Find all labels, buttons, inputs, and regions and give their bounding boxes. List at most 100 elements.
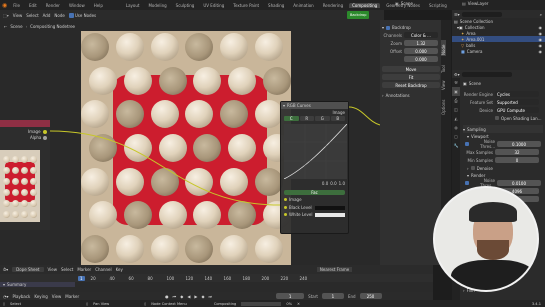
rgb-curves-node[interactable]: ▾ RGB Curves Image C R G B 0.0 0.0 1.0 F… xyxy=(280,101,349,234)
max-samples-field[interactable]: 32 xyxy=(495,149,539,155)
socket-yellow-icon[interactable] xyxy=(284,198,287,201)
cancel-job-icon[interactable]: ✕ xyxy=(297,302,300,306)
denoise-subpanel-header[interactable]: › Denoise xyxy=(463,164,543,172)
curve-graph[interactable] xyxy=(284,124,347,179)
visibility-eye-icon[interactable]: ◉ xyxy=(539,31,543,36)
timeline-ruler[interactable]: 1 20 40 60 80 100 120 140 160 180 200 22… xyxy=(0,274,433,282)
black-level-socket[interactable]: Black Level xyxy=(281,204,348,211)
open-shading-checkbox[interactable]: Open Shading Lan... xyxy=(463,114,543,122)
scene-tab-icon[interactable]: ◭ xyxy=(452,114,460,123)
viewlayer-name: ViewLayer xyxy=(467,1,489,6)
end-frame-field[interactable]: 250 xyxy=(359,293,382,299)
channels-dropdown[interactable]: Color & ... xyxy=(404,32,438,38)
visibility-eye-icon[interactable]: ◉ xyxy=(539,37,543,42)
outliner-type-icon[interactable]: ☰▾ xyxy=(454,12,460,17)
play-reverse-icon[interactable]: ◀ xyxy=(187,294,190,299)
timeline-menu-select[interactable]: Select xyxy=(61,267,73,272)
timeline-menu-key[interactable]: Key xyxy=(116,267,123,272)
render-tab-icon[interactable]: ▣ xyxy=(452,87,460,96)
fit-button[interactable]: Fit xyxy=(382,74,440,80)
move-button[interactable]: Move xyxy=(382,66,440,72)
world-tab-icon[interactable]: ◍ xyxy=(452,123,460,132)
checkbox-checked-icon[interactable] xyxy=(465,181,469,185)
feature-set-dropdown[interactable]: Supported xyxy=(495,99,539,105)
dope-sheet-channels[interactable]: ▾ Summary xyxy=(0,282,433,292)
zoom-field[interactable]: 1.32 xyxy=(404,40,438,46)
checkbox-unchecked-icon[interactable] xyxy=(470,166,475,170)
rgb-curves-header[interactable]: ▾ RGB Curves xyxy=(281,102,348,109)
render-noise-threshold-field[interactable]: 0.0100 xyxy=(497,180,541,186)
object-tab-icon[interactable]: ▢ xyxy=(452,132,460,141)
tab-channel-b[interactable]: B xyxy=(330,116,345,121)
properties-type-icon[interactable]: ⚙▾ xyxy=(454,72,460,77)
white-level-socket[interactable]: White Level xyxy=(281,211,348,218)
tab-view[interactable]: View xyxy=(441,76,446,91)
curve-value-1[interactable]: 0.0 xyxy=(322,181,328,186)
timeline-menu-channel[interactable]: Channel xyxy=(95,267,111,272)
annotations-panel-header[interactable]: › Annotations xyxy=(382,91,440,99)
snapping-dropdown[interactable]: Nearest Frame xyxy=(316,267,353,272)
tab-channel-r[interactable]: R xyxy=(299,116,314,121)
offset-x-field[interactable]: 0.000 xyxy=(404,48,438,54)
record-icon[interactable]: ● xyxy=(165,294,169,299)
outliner-search[interactable] xyxy=(461,11,502,17)
tab-channel-g[interactable]: G xyxy=(315,116,330,121)
backdrop-panel-header[interactable]: ▾ Backdrop xyxy=(382,24,440,31)
playback-menu[interactable]: Playback xyxy=(13,294,31,299)
reset-backdrop-button[interactable]: Reset Backdrop xyxy=(382,82,440,88)
collapse-chevron-icon[interactable]: ▾ xyxy=(283,103,285,108)
current-frame-field[interactable]: 1 xyxy=(276,293,305,299)
curve-value-3[interactable]: 1.0 xyxy=(339,181,345,186)
tab-tool[interactable]: Tool xyxy=(441,59,446,73)
next-key-icon[interactable]: ◆ xyxy=(201,294,204,299)
curve-value-2[interactable]: 0.0 xyxy=(330,181,336,186)
prev-key-icon[interactable]: ◆ xyxy=(180,294,183,299)
visibility-eye-icon[interactable]: ◉ xyxy=(539,49,543,54)
visibility-eye-icon[interactable]: ◉ xyxy=(539,25,543,30)
modifier-tab-icon[interactable]: 🔧 xyxy=(452,141,460,150)
render-engine-dropdown[interactable]: Cycles xyxy=(495,91,539,97)
socket-yellow-icon[interactable] xyxy=(284,213,287,216)
outliner-row-camera[interactable]: ■ Camera ◉ xyxy=(452,48,545,54)
properties-search[interactable] xyxy=(461,71,512,77)
socket-yellow-icon[interactable] xyxy=(284,206,287,209)
summary-channel[interactable]: ▾ Summary xyxy=(0,282,75,287)
timeline-menu-view[interactable]: View xyxy=(48,267,58,272)
playback-marker-menu[interactable]: Marker xyxy=(65,294,79,299)
start-frame-field[interactable]: 1 xyxy=(321,293,344,299)
keying-menu[interactable]: Keying xyxy=(34,294,47,299)
visibility-eye-icon[interactable]: ◉ xyxy=(539,43,543,48)
editor-type-icon[interactable]: ⏱▾ xyxy=(3,267,8,272)
play-icon[interactable]: ▶ xyxy=(194,294,197,299)
backdrop-panel: ▾ Backdrop Channels Color & ... Zoom 1.3… xyxy=(382,24,440,99)
viewlayer-selector[interactable]: ▤ ViewLayer xyxy=(462,1,488,6)
timeline-menu-marker[interactable]: Marker xyxy=(77,267,91,272)
min-samples-field[interactable]: 0 xyxy=(495,157,539,163)
noise-threshold-field[interactable]: 0.1000 xyxy=(497,141,541,147)
tab-scripting[interactable]: Scripting xyxy=(426,3,450,8)
dope-sheet-mode-dropdown[interactable]: Dope Sheet xyxy=(12,267,44,272)
current-frame-indicator[interactable]: 1 xyxy=(78,275,85,281)
outliner-collection-label: Collection xyxy=(464,24,485,30)
clock-icon[interactable]: ◔▾ xyxy=(3,294,9,299)
scene-selector[interactable]: ▣ Scene xyxy=(395,1,413,6)
offset-y-field[interactable]: 0.000 xyxy=(404,56,438,62)
jump-end-icon[interactable]: ⏭ xyxy=(209,294,213,299)
input-image-socket[interactable]: Image xyxy=(281,195,348,204)
tab-options[interactable]: Options xyxy=(441,93,446,115)
filter-icon[interactable]: ⌕ xyxy=(540,12,542,17)
checkbox-checked-icon[interactable] xyxy=(386,25,391,30)
checkbox-checked-icon[interactable] xyxy=(465,142,469,146)
summary-label: Summary xyxy=(7,282,27,287)
jump-start-icon[interactable]: ⏮ xyxy=(173,294,177,299)
tab-node[interactable]: Node xyxy=(441,40,446,56)
output-tab-icon[interactable]: ⎙ xyxy=(452,96,460,105)
playback-view-menu[interactable]: View xyxy=(52,294,62,299)
tool-tab-icon[interactable]: ⚒ xyxy=(452,78,460,87)
black-level-swatch[interactable] xyxy=(315,205,345,210)
tab-channel-c[interactable]: C xyxy=(284,116,299,121)
device-dropdown[interactable]: GPU Compute xyxy=(495,107,539,113)
sampling-panel-header[interactable]: ▾ Sampling xyxy=(463,125,543,133)
white-level-swatch[interactable] xyxy=(315,212,345,217)
view-layer-tab-icon[interactable]: ◫ xyxy=(452,105,460,114)
